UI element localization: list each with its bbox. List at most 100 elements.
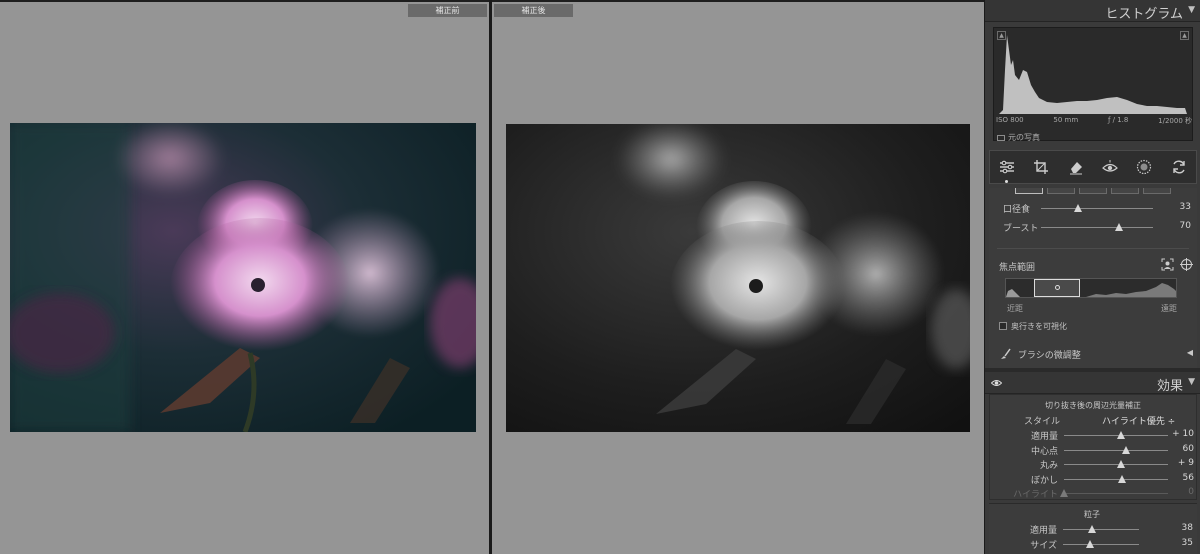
- focal-length-value: 50 mm: [1053, 116, 1079, 124]
- slider-row[interactable]: サイズ 35: [989, 538, 1197, 551]
- presets-refresh-icon[interactable]: [1168, 156, 1190, 178]
- slider-label: 適用量: [1029, 526, 1057, 536]
- slider-track[interactable]: [1064, 435, 1168, 436]
- slider-thumb[interactable]: [1117, 431, 1126, 439]
- edit-sliders-icon[interactable]: [996, 156, 1018, 183]
- slider-track[interactable]: [1064, 478, 1168, 480]
- flower-photo-mono: [506, 124, 970, 432]
- histogram-header[interactable]: ヒストグラム ▼: [985, 0, 1200, 22]
- slider-row[interactable]: ハイライト 0: [990, 487, 1198, 500]
- vignette-panel: 切り抜き後の周辺光量補正 スタイル ハイライト優先 ÷ 適用量 + 10 中心点 60…: [989, 394, 1197, 500]
- expand-arrow-icon[interactable]: ◀: [1187, 348, 1193, 357]
- slider-thumb[interactable]: [1085, 539, 1094, 548]
- after-view[interactable]: 補正後: [492, 2, 984, 554]
- collapse-arrow-icon[interactable]: ▼: [1188, 5, 1195, 15]
- original-photo-label: 元の写真: [1008, 133, 1040, 142]
- flower-photo-color: [10, 123, 476, 432]
- slider-track[interactable]: [1041, 208, 1153, 209]
- slider-label: ブースト: [1003, 224, 1039, 234]
- slider-row[interactable]: 中心点 60: [990, 444, 1198, 457]
- before-photo: [10, 123, 476, 432]
- histogram-graph: [999, 35, 1187, 114]
- slider-value[interactable]: 33: [1167, 202, 1191, 212]
- slider-thumb[interactable]: [1060, 489, 1068, 497]
- slider-value[interactable]: + 10: [1170, 429, 1194, 439]
- slider-value[interactable]: 56: [1170, 473, 1194, 483]
- lens-blur-panel: 口径食 33 ブースト 70 焦点範囲 近距 遠距 奥行きを可視化 ブラシの微調整 ◀: [989, 188, 1197, 368]
- brush-icon: [1001, 348, 1011, 359]
- after-photo: [506, 124, 970, 432]
- slider-track[interactable]: [1064, 493, 1168, 494]
- heal-eraser-icon[interactable]: [1065, 156, 1087, 178]
- before-view[interactable]: 補正前: [0, 2, 489, 554]
- style-label: スタイル: [1024, 417, 1061, 427]
- depth-distribution: [1006, 283, 1176, 297]
- focus-icons: [1161, 258, 1193, 271]
- slider-value[interactable]: 38: [1169, 523, 1193, 533]
- brush-refine-row[interactable]: ブラシの微調整 ◀: [999, 348, 1193, 361]
- mask-tab[interactable]: [1143, 188, 1171, 194]
- crop-icon[interactable]: [1030, 156, 1052, 178]
- focus-point-icon[interactable]: [1055, 285, 1060, 290]
- slider-row[interactable]: 丸み + 9: [990, 458, 1198, 471]
- grain-title: 粒子: [1084, 510, 1100, 519]
- effects-header[interactable]: 効果 ▼: [985, 372, 1200, 394]
- mask-tab[interactable]: [1111, 188, 1139, 194]
- slider-row[interactable]: 口径食 33: [989, 202, 1197, 215]
- slider-thumb[interactable]: [1116, 460, 1125, 468]
- red-eye-icon[interactable]: [1099, 156, 1121, 178]
- slider-track[interactable]: [1041, 227, 1153, 228]
- histogram-title: ヒストグラム: [1105, 7, 1183, 22]
- slider-row[interactable]: ぼかし 56: [990, 473, 1198, 486]
- slider-label: 丸み: [1039, 461, 1058, 471]
- mask-tab[interactable]: [1015, 188, 1043, 194]
- mask-tab[interactable]: [1047, 188, 1075, 194]
- slider-value[interactable]: 60: [1170, 444, 1194, 454]
- slider-track[interactable]: [1063, 543, 1139, 545]
- slider-label: 口径食: [1003, 205, 1031, 215]
- slider-thumb[interactable]: [1118, 474, 1127, 483]
- aperture-value: ƒ / 1.8: [1107, 116, 1129, 124]
- iso-value: ISO 800: [996, 116, 1024, 124]
- compare-workspace: 補正前 補正後: [0, 0, 984, 554]
- mask-tabs: [1015, 188, 1171, 194]
- slider-label: ハイライト: [1013, 490, 1058, 500]
- exif-info: ISO 800 50 mm ƒ / 1.8 1/2000 秒: [996, 116, 1192, 126]
- eye-icon[interactable]: [991, 379, 1002, 387]
- focus-range-control[interactable]: [1005, 278, 1177, 298]
- brush-refine-label: ブラシの微調整: [1017, 351, 1081, 361]
- slider-label: サイズ: [1030, 540, 1057, 551]
- focus-range-selection[interactable]: [1034, 279, 1080, 297]
- slider-value[interactable]: + 9: [1170, 458, 1194, 468]
- checkbox-icon[interactable]: [997, 135, 1005, 141]
- effects-title: 効果: [1156, 379, 1183, 394]
- slider-row[interactable]: 適用量 38: [989, 523, 1197, 536]
- point-focus-icon[interactable]: [1180, 258, 1193, 271]
- mask-circle-icon[interactable]: [1133, 156, 1155, 178]
- slider-value[interactable]: 35: [1169, 538, 1193, 548]
- slider-track[interactable]: [1064, 449, 1168, 451]
- slider-row[interactable]: 適用量 + 10: [990, 429, 1198, 442]
- slider-thumb[interactable]: [1115, 223, 1124, 231]
- far-label: 遠距: [1161, 304, 1177, 313]
- slider-thumb[interactable]: [1122, 445, 1131, 454]
- slider-value[interactable]: 70: [1167, 221, 1191, 231]
- slider-track[interactable]: [1063, 529, 1139, 530]
- slider-value[interactable]: 0: [1170, 487, 1194, 497]
- collapse-arrow-icon[interactable]: ▼: [1188, 377, 1195, 387]
- mask-tab[interactable]: [1079, 188, 1107, 194]
- slider-thumb[interactable]: [1087, 525, 1096, 533]
- slider-label: 中心点: [1030, 446, 1058, 457]
- depth-visualize-label: 奥行きを可視化: [1011, 322, 1067, 331]
- near-label: 近距: [1007, 304, 1023, 313]
- style-select[interactable]: ハイライト優先 ÷: [1102, 414, 1175, 427]
- checkbox-icon[interactable]: [999, 322, 1007, 330]
- depth-visualize-toggle[interactable]: 奥行きを可視化: [999, 321, 1067, 332]
- before-label: 補正前: [408, 4, 487, 17]
- focus-range-title: 焦点範囲: [999, 263, 1036, 273]
- original-photo-toggle[interactable]: 元の写真: [997, 132, 1040, 143]
- slider-thumb[interactable]: [1073, 204, 1082, 212]
- shutter-value: 1/2000 秒: [1158, 117, 1192, 125]
- slider-row[interactable]: ブースト 70: [989, 221, 1197, 234]
- subject-focus-icon[interactable]: [1161, 258, 1174, 271]
